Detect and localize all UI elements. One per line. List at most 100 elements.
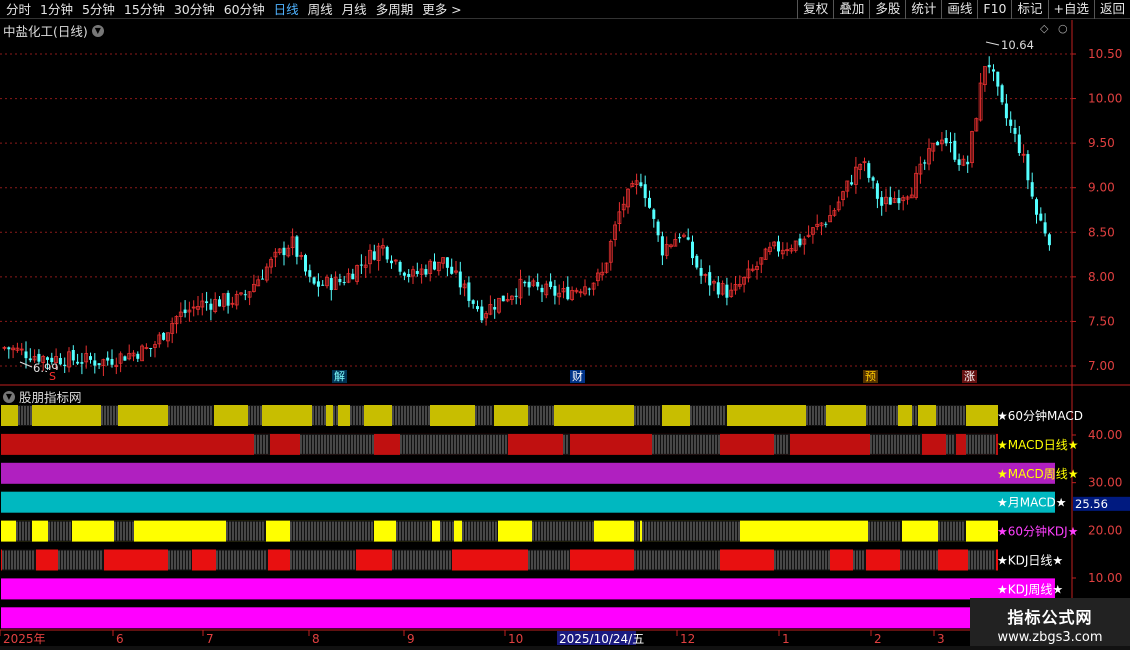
candle-body (1039, 213, 1043, 221)
candle-body (523, 281, 527, 284)
scroll-right-icon[interactable]: ○ (1058, 22, 1068, 35)
indicator-bar-segment (16, 520, 32, 542)
candle-body (867, 163, 871, 178)
candle-body (949, 142, 952, 144)
chevron-down-icon[interactable]: ▼ (3, 390, 15, 403)
y-tick-label: 10.00 (1088, 92, 1122, 106)
candle-body (329, 278, 333, 291)
candle-body (136, 353, 140, 359)
candle-body (944, 138, 948, 144)
candle-body (1009, 119, 1013, 126)
x-tick-label: 2025年 (3, 632, 46, 646)
candle-body (1013, 128, 1017, 134)
diamond-icon[interactable]: ◇ (1040, 22, 1048, 35)
candle-body (359, 264, 363, 266)
candle-body (699, 267, 703, 276)
y-tick-label: 10.50 (1088, 47, 1122, 61)
candle-body (398, 261, 402, 272)
current-value-label: 25.56 (1075, 497, 1108, 511)
y-tick-label: 8.50 (1088, 225, 1115, 239)
candle-body (708, 272, 712, 286)
candle-body (871, 177, 875, 181)
candle-body (686, 237, 690, 240)
indicator-bar-segment (392, 549, 452, 571)
candle-body (493, 307, 497, 310)
candle-body (476, 306, 479, 310)
candle-body (342, 282, 346, 284)
indicator-bar (1, 520, 998, 542)
indicator-bar-segment (936, 405, 966, 426)
x-tick-label: 7 (206, 632, 214, 646)
indicator-bar-segment (870, 433, 922, 455)
candle-body (415, 271, 419, 274)
candle-body (58, 357, 62, 365)
main-chart-title-text: 中盐化工(日线) (3, 24, 88, 39)
candle-body (450, 266, 454, 274)
event-marker[interactable]: 预 (863, 370, 878, 383)
candle-body (996, 71, 1000, 87)
candle-body (652, 209, 656, 219)
indicator-bar (1, 491, 1055, 513)
candle-body (261, 278, 264, 280)
event-marker[interactable]: 解 (332, 370, 347, 383)
x-tick-label: 9 (407, 632, 415, 646)
status-strip (0, 646, 1130, 650)
indicator-bar-label: ★60分钟MACD (997, 408, 1083, 423)
sub-y-tick-label: 10.00 (1088, 571, 1122, 585)
candle-body (1017, 134, 1021, 153)
candle-body (643, 184, 647, 199)
candle-body (1043, 222, 1047, 234)
x-tick-label: 1 (782, 632, 790, 646)
indicator-bar-segment (1, 578, 1055, 600)
x-tick-label: 2 (874, 632, 882, 646)
indicator-bar-segment (966, 433, 996, 455)
event-marker[interactable]: S (47, 370, 58, 383)
candle-body (243, 294, 247, 296)
candle-body (458, 271, 462, 288)
watermark-logo: 指标公式网 www.zbgs3.com (970, 598, 1130, 650)
candle-body (106, 357, 110, 361)
candle-body (97, 363, 101, 366)
candle-body (7, 347, 11, 350)
y-tick-label: 7.50 (1088, 314, 1115, 328)
candle-body (467, 282, 471, 301)
candle-body (936, 141, 940, 146)
main-chart-title: 中盐化工(日线) ▼ (3, 21, 104, 40)
candle-body (1026, 154, 1030, 181)
candle-body (553, 285, 557, 296)
chevron-down-icon[interactable]: ▼ (91, 24, 104, 37)
watermark-url: www.zbgs3.com (997, 629, 1103, 645)
indicator-bar (1, 462, 1055, 484)
kline-chart-canvas[interactable]: 10.50 10.00 9.50 9.00 8.50 8.00 7.50 7.00 10.64 6… (0, 0, 1130, 650)
candle-body (725, 284, 729, 298)
indicator-bar-label: ★60分钟KDJ★ (997, 524, 1078, 539)
x-tick-label: 6 (116, 632, 124, 646)
indicator-name[interactable]: 股朋指标网 (19, 387, 82, 406)
indicator-bar-label: ★KDJ日线★ (997, 554, 1063, 568)
indicator-bar-segment (853, 549, 866, 571)
event-marker[interactable]: 财 (570, 370, 585, 383)
candle-body (63, 364, 67, 367)
event-marker[interactable]: 涨 (962, 370, 977, 383)
candle-body (209, 303, 213, 310)
candle-body (390, 260, 393, 264)
high-pointer (985, 41, 1000, 46)
candle-body (338, 278, 342, 283)
candle-body (316, 281, 320, 287)
candle-body (639, 182, 643, 187)
candle-body (957, 159, 961, 166)
candle-body (850, 182, 854, 185)
indicator-bar-segment (254, 433, 270, 455)
candle-body (695, 255, 699, 268)
candle-body (1035, 199, 1038, 215)
candle-body (321, 284, 325, 286)
candle-body (992, 69, 995, 72)
indicator-bar-label: ★MACD周线★ (997, 467, 1079, 481)
candle-body (226, 292, 230, 306)
candle-body (71, 350, 75, 361)
indicator-bar (1, 405, 998, 426)
y-tick-label: 9.00 (1088, 181, 1115, 195)
candle-body (648, 197, 651, 208)
candle-body (433, 261, 436, 270)
candle-body (93, 360, 97, 366)
